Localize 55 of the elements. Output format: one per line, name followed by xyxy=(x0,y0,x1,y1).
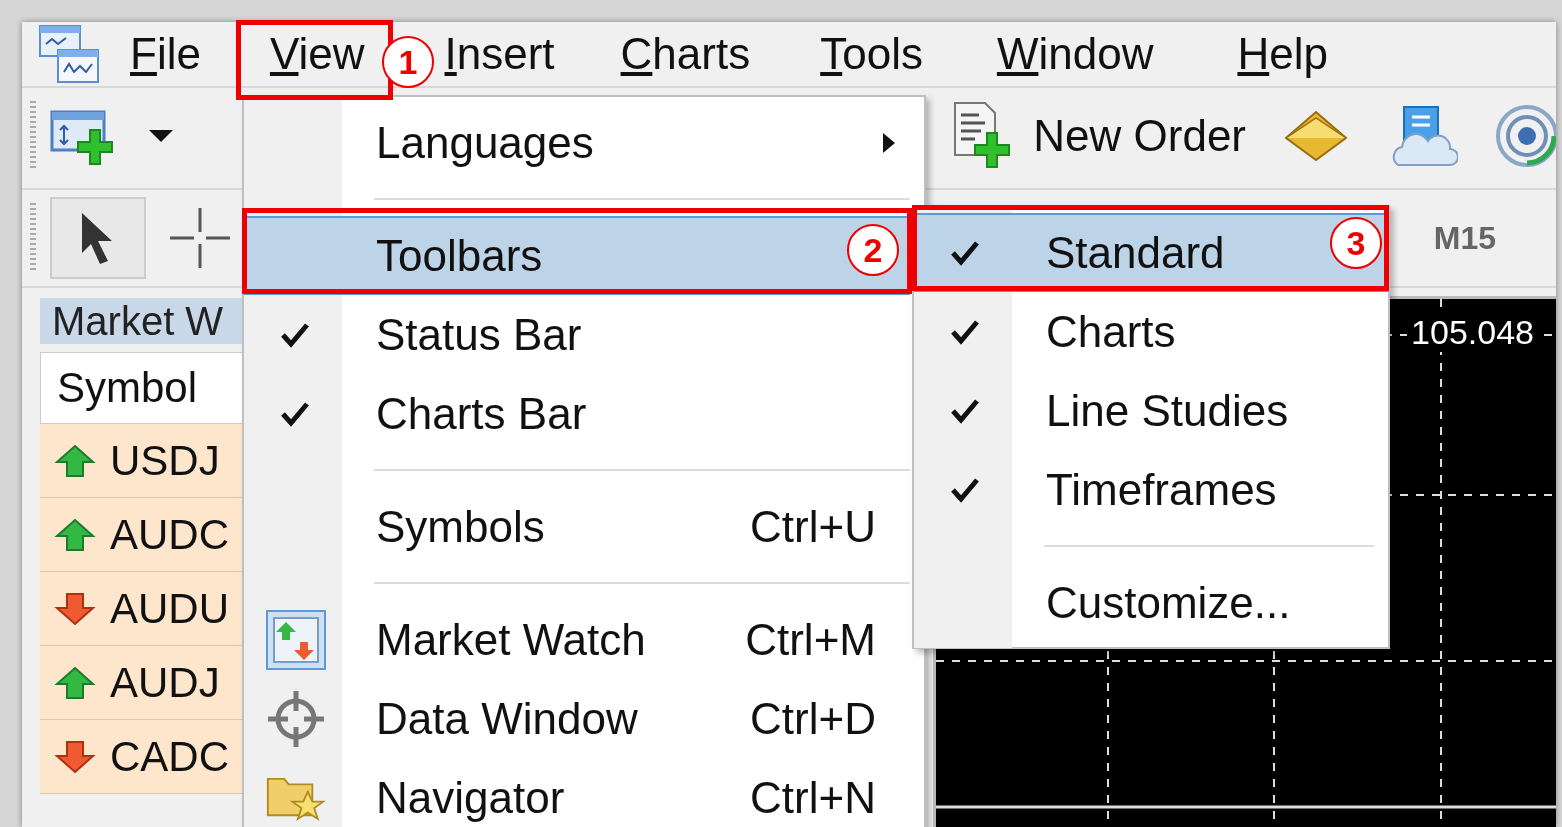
menu-item-label: Charts xyxy=(1046,306,1176,357)
menu-item[interactable]: Timeframes xyxy=(914,450,1388,529)
symbol-text: AUDJ xyxy=(110,658,220,707)
shortcut-text: Ctrl+N xyxy=(750,772,876,823)
menu-item[interactable]: Languages xyxy=(244,103,910,182)
menu-item[interactable]: Symbols Ctrl+U xyxy=(244,487,910,566)
signal-icon[interactable] xyxy=(1494,103,1556,169)
timeframe-button[interactable]: M15 xyxy=(1433,219,1496,257)
down-arrow-icon xyxy=(54,591,96,626)
menu-item[interactable]: Tools xyxy=(820,29,923,79)
menu-item[interactable]: Charts xyxy=(914,292,1388,371)
symbol-text: AUDC xyxy=(110,510,229,559)
menu-item-label: Status Bar xyxy=(376,309,582,360)
menu-item[interactable]: Navigator Ctrl+N xyxy=(244,758,910,827)
up-arrow-icon xyxy=(54,517,96,552)
shortcut-text: Ctrl+M xyxy=(745,614,876,665)
up-arrow-icon xyxy=(54,665,96,700)
cursor-button[interactable] xyxy=(50,197,146,279)
menu-item[interactable]: View xyxy=(269,29,365,79)
shortcut-text: Ctrl+U xyxy=(750,501,876,552)
menu-item[interactable]: Window xyxy=(996,29,1154,79)
dropdown-caret-icon[interactable] xyxy=(148,129,174,143)
symbol-text: USDJ xyxy=(110,436,220,485)
crosshair-icon[interactable] xyxy=(168,206,232,270)
menu-item-label: Navigator xyxy=(376,772,565,823)
up-arrow-icon xyxy=(54,443,96,478)
menu-item[interactable]: Help xyxy=(1237,29,1328,79)
menu-item-label: Symbols xyxy=(376,501,545,552)
new-order-button[interactable]: New Order xyxy=(951,101,1246,171)
menu-item-label: Customize... xyxy=(1046,577,1291,628)
price-label: 105.048 xyxy=(1407,313,1538,352)
menu-item[interactable]: File xyxy=(130,29,201,79)
menu-item[interactable]: Customize... xyxy=(914,563,1388,642)
menu-item[interactable]: Charts Bar xyxy=(244,374,910,453)
menu-item[interactable]: Market Watch Ctrl+M xyxy=(244,600,910,679)
shortcut-text: Ctrl+D xyxy=(750,693,876,744)
menu-item-label: Market Watch xyxy=(376,614,646,665)
menu-item[interactable]: Status Bar xyxy=(244,295,910,374)
menu-item[interactable]: Data Window Ctrl+D xyxy=(244,679,910,758)
app-logo-icon[interactable] xyxy=(38,22,102,86)
menu-item-label: Languages xyxy=(376,117,594,168)
menu-item-label: Data Window xyxy=(376,693,638,744)
symbol-text: AUDU xyxy=(110,584,229,633)
menu-item[interactable]: Charts xyxy=(620,29,751,79)
menu-item-label: Timeframes xyxy=(1046,464,1277,515)
symbol-text: CADC xyxy=(110,732,229,781)
book-icon[interactable] xyxy=(1282,108,1350,164)
cloud-icon[interactable] xyxy=(1390,103,1458,169)
menu-item-label: Toolbars xyxy=(376,230,543,281)
menu-item-label: Standard xyxy=(1046,227,1225,278)
menu-item[interactable]: Insert xyxy=(444,29,555,79)
menu-item[interactable]: Line Studies xyxy=(914,371,1388,450)
menu-item-label: Charts Bar xyxy=(376,388,587,439)
menu-item-label: Line Studies xyxy=(1046,385,1289,436)
down-arrow-icon xyxy=(54,739,96,774)
